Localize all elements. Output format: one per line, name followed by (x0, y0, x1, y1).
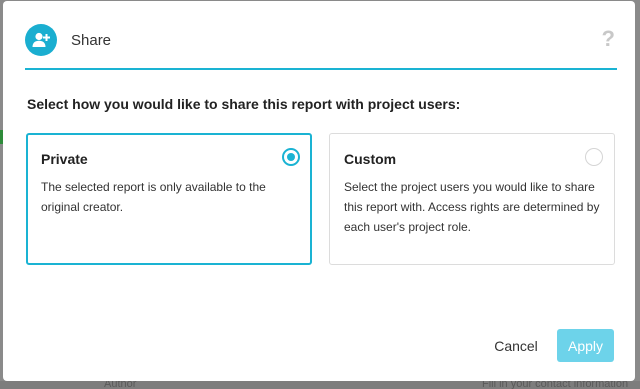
cancel-button[interactable]: Cancel (483, 330, 549, 362)
option-custom-description: Select the project users you would like … (344, 180, 600, 234)
dialog-title: Share (71, 32, 112, 49)
dialog-header: Share ? (25, 1, 617, 70)
option-custom-radio[interactable] (585, 148, 603, 166)
option-private-radio[interactable] (282, 148, 300, 166)
share-prompt: Select how you would like to share this … (27, 96, 461, 112)
help-icon[interactable]: ? (602, 28, 615, 50)
background-page: Author Fill in your contact information (0, 381, 640, 389)
option-private-description: The selected report is only available to… (41, 180, 266, 214)
background-contact-text: Fill in your contact information (482, 381, 629, 389)
share-dialog: Share ? Select how you would like to sha… (3, 1, 635, 381)
add-user-icon (25, 24, 57, 56)
option-private-title: Private (41, 151, 88, 167)
apply-button[interactable]: Apply (557, 329, 614, 362)
background-author-label: Author (104, 381, 137, 389)
option-private-card[interactable]: Private The selected report is only avai… (26, 133, 312, 265)
option-custom-title: Custom (344, 151, 397, 167)
option-custom-card[interactable]: Custom Select the project users you woul… (329, 133, 615, 265)
